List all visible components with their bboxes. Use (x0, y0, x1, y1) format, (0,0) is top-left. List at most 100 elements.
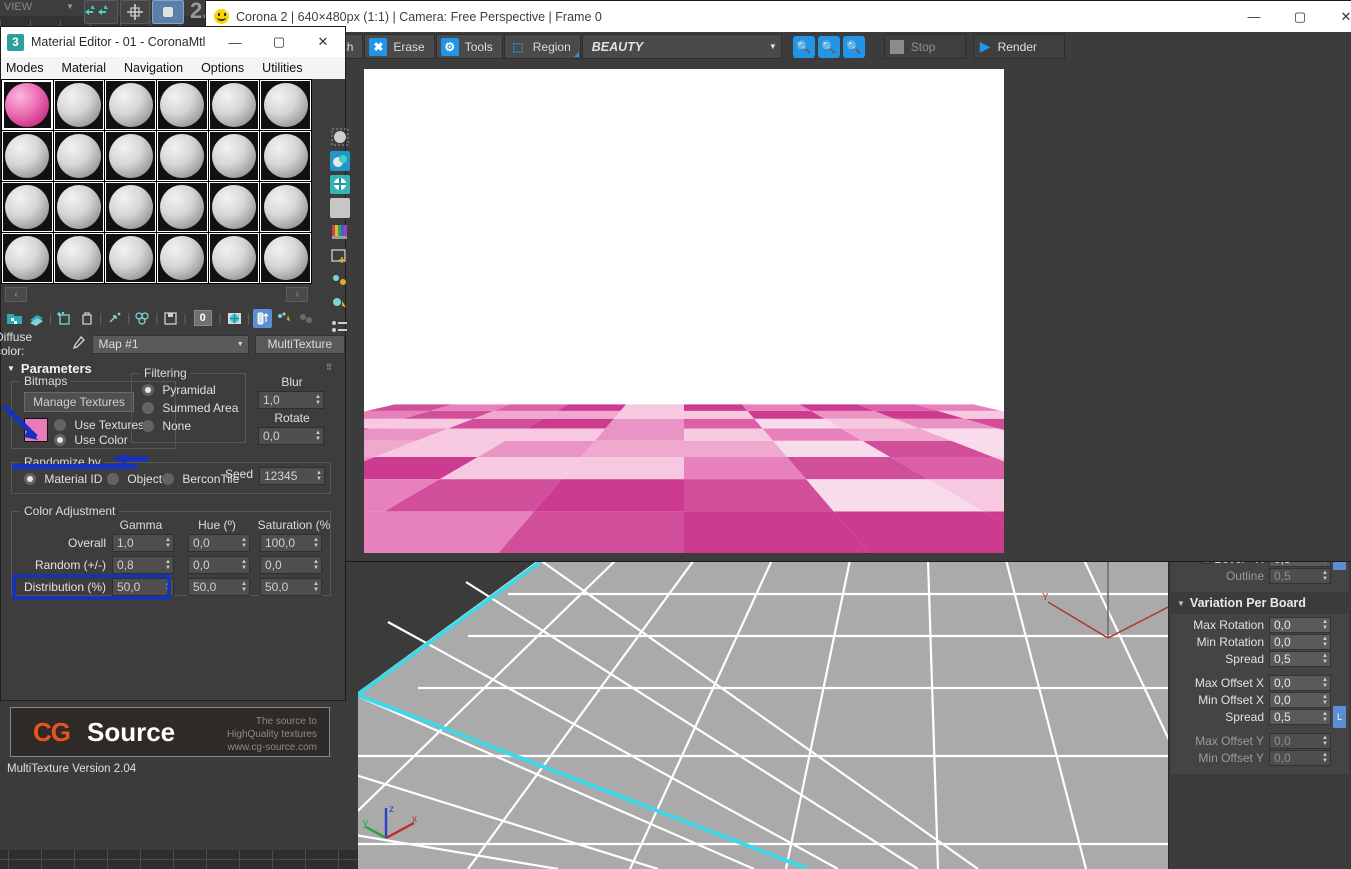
pyramidal-radio-row[interactable]: Pyramidal (142, 382, 216, 397)
video-color-check-icon[interactable] (330, 222, 350, 242)
material-id-radio[interactable] (24, 472, 36, 485)
multitexture-button[interactable]: MultiTexture (254, 334, 345, 354)
minimize-button[interactable]: — (1231, 1, 1277, 32)
zoom-fit-icon[interactable]: 🔍 (842, 35, 865, 58)
seed-field[interactable]: 12345 ▲ ▼ (259, 467, 325, 485)
sample-type-icon[interactable] (330, 127, 350, 147)
spinner-arrows-icon[interactable]: ▲▼ (1322, 570, 1328, 582)
material-slot[interactable] (105, 182, 156, 232)
spinner-spread[interactable]: 0,5 ▲▼ (1269, 709, 1331, 725)
put-to-library-icon[interactable] (162, 309, 181, 328)
blur-field[interactable]: 1,0 ▲ ▼ (258, 391, 324, 409)
use-textures-radio[interactable] (54, 418, 66, 431)
minimize-button[interactable]: — (213, 27, 257, 57)
pyramidal-radio[interactable] (142, 383, 154, 396)
material-slot[interactable] (260, 131, 311, 181)
options-icon[interactable] (330, 270, 350, 290)
spinner-min-offset-x[interactable]: 0,0 ▲ ▼ (1269, 692, 1331, 708)
render-button[interactable]: ▶ Render (972, 34, 1065, 59)
object-radio[interactable] (107, 472, 119, 485)
object-radio-row[interactable]: Object (107, 471, 162, 486)
spinner-arrows-icon[interactable]: ▲▼ (1322, 735, 1328, 747)
color-field-2-2[interactable]: 50,0 ▲ ▼ (260, 578, 322, 596)
spinner-arrows-icon[interactable]: ▲▼ (313, 537, 319, 549)
menu-material[interactable]: Material (62, 61, 106, 75)
spinner-arrows-icon[interactable]: ▲▼ (241, 581, 247, 593)
lock-icon[interactable]: L (1333, 706, 1346, 728)
render-canvas[interactable] (0, 69, 1351, 869)
color-field-1-2[interactable]: 0,0 ▲ ▼ (260, 556, 322, 574)
material-slot[interactable] (105, 131, 156, 181)
zoom-in-icon[interactable]: 🔍 (792, 35, 815, 58)
select-scale-tool[interactable] (152, 0, 184, 24)
material-slot[interactable] (208, 182, 260, 232)
spinner-min-rotation[interactable]: 0,0 ▲ ▼ (1269, 634, 1331, 650)
material-slot[interactable] (260, 233, 311, 283)
spinner-arrows-icon[interactable]: ▲▼ (315, 430, 321, 442)
go-forward-to-sibling-icon[interactable] (297, 309, 316, 328)
color-field-1-1[interactable]: 0,0 ▲ ▼ (188, 556, 250, 574)
material-slot[interactable] (2, 233, 53, 283)
rollout-header[interactable]: ▼ Variation Per Board (1171, 592, 1349, 614)
material-slot[interactable] (53, 80, 105, 130)
spinner-arrows-icon[interactable]: ▲▼ (1322, 619, 1328, 631)
show-map-in-viewport-icon[interactable] (225, 309, 244, 328)
bercontile-radio[interactable] (162, 472, 174, 485)
color-field-2-0[interactable]: 50,0 ▲ ▼ (112, 578, 174, 596)
select-by-material-icon[interactable] (330, 293, 350, 313)
material-slot[interactable] (157, 131, 208, 181)
rotate-field[interactable]: 0,0 ▲ ▼ (258, 427, 324, 445)
show-end-result-icon[interactable] (252, 308, 272, 328)
material-id-channel-button[interactable]: 0 (190, 309, 216, 328)
color-field-0-1[interactable]: 0,0 ▲ ▼ (188, 534, 250, 552)
spinner-arrows-icon[interactable]: ▲▼ (1322, 636, 1328, 648)
select-move-tool[interactable] (84, 0, 118, 24)
material-slot[interactable] (260, 182, 311, 232)
spinner-arrows-icon[interactable]: ▲▼ (241, 537, 247, 549)
spinner-arrows-icon[interactable]: ▲▼ (165, 537, 171, 549)
menu-modes[interactable]: Modes (6, 61, 44, 75)
make-preview-icon[interactable] (330, 246, 350, 266)
material-slot[interactable] (260, 80, 311, 130)
spinner-arrows-icon[interactable]: ▲▼ (315, 394, 321, 406)
make-unique-icon[interactable] (133, 309, 152, 328)
spinner-arrows-icon[interactable]: ▲▼ (241, 559, 247, 571)
background-checker-icon[interactable] (330, 174, 350, 195)
spinner-arrows-icon[interactable]: ▲▼ (313, 581, 319, 593)
manage-textures-button[interactable]: Manage Textures (24, 392, 134, 412)
summed-area-radio[interactable] (142, 401, 154, 414)
spinner-max-rotation[interactable]: 0,0 ▲ ▼ (1269, 617, 1331, 633)
backlight-icon[interactable] (330, 150, 350, 171)
material-slot[interactable] (2, 182, 53, 232)
spinner-arrows-icon[interactable]: ▲▼ (316, 470, 322, 482)
spinner-arrows-icon[interactable]: ▲▼ (1322, 653, 1328, 665)
go-to-parent-icon[interactable] (275, 309, 294, 328)
spinner-arrows-icon[interactable]: ▲▼ (1322, 694, 1328, 706)
none-radio-row[interactable]: None (142, 418, 191, 433)
menu-navigation[interactable]: Navigation (124, 61, 183, 75)
menu-utilities[interactable]: Utilities (262, 61, 302, 75)
none-radio[interactable] (142, 419, 154, 432)
material-slot[interactable] (157, 80, 208, 130)
spinner-max-offset-x[interactable]: 0,0 ▲ ▼ (1269, 675, 1331, 691)
material-slot[interactable] (157, 233, 208, 283)
spinner-arrows-icon[interactable]: ▲▼ (165, 581, 171, 593)
render-element-dropdown[interactable]: BEAUTY ▼ (581, 34, 782, 59)
diffuse-map-dropdown[interactable]: Map #1 ▼ (91, 334, 249, 354)
close-button[interactable]: ✕ (301, 27, 345, 57)
material-slot[interactable] (208, 131, 260, 181)
material-id-radio-row[interactable]: Material ID (24, 471, 102, 486)
make-material-copy-icon[interactable] (105, 309, 124, 328)
color-field-1-0[interactable]: 0,8 ▲ ▼ (112, 556, 174, 574)
color-swatch[interactable] (24, 418, 48, 442)
sample-uv-tiling-icon[interactable] (330, 198, 350, 219)
spinner-arrows-icon[interactable]: ▲▼ (165, 559, 171, 571)
maximize-button[interactable]: ▢ (1277, 1, 1323, 32)
color-field-0-2[interactable]: 100,0 ▲ ▼ (260, 534, 322, 552)
close-button[interactable]: ✕ (1323, 1, 1351, 32)
perspective-viewport[interactable]: Y X z y x (358, 560, 1168, 869)
scroll-left-button[interactable]: ‹ (5, 286, 27, 302)
color-field-0-0[interactable]: 1,0 ▲ ▼ (112, 534, 174, 552)
vfb-region-button[interactable]: ⬚ Region (503, 34, 581, 59)
spinner-spread[interactable]: 0,5 ▲▼ (1269, 651, 1331, 667)
